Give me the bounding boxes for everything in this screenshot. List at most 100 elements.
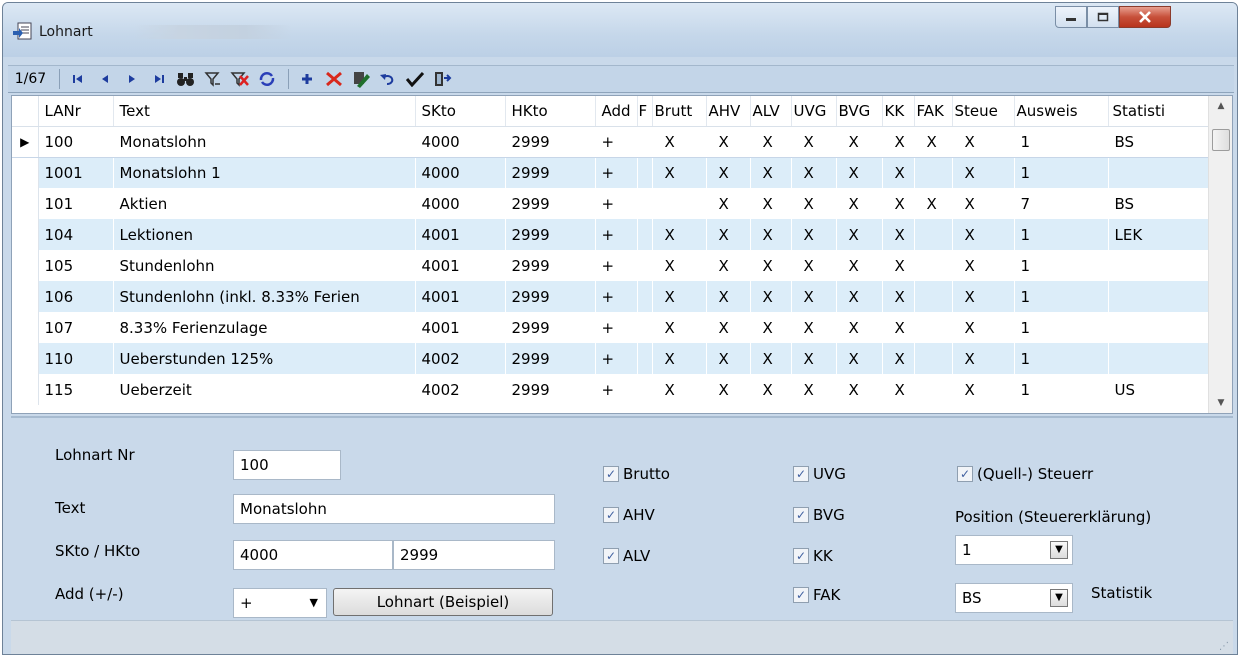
scroll-up-icon[interactable]: ▲ (1209, 96, 1233, 116)
column-header[interactable]: F (637, 96, 653, 127)
table-cell[interactable]: 101 (38, 188, 114, 219)
table-cell[interactable]: 2999 (505, 188, 596, 219)
table-row[interactable]: 101 Aktien 4000 2999 + X X X X X X X 7 BS (12, 188, 1210, 219)
table-cell[interactable]: X (706, 188, 751, 219)
current-row-indicator-icon[interactable]: ▶ (12, 125, 39, 158)
table-cell[interactable]: 2999 (505, 343, 596, 374)
table-cell[interactable]: X (952, 219, 1015, 250)
table-cell[interactable]: 4001 (415, 312, 506, 343)
table-cell[interactable] (652, 188, 707, 219)
next-record-button[interactable] (120, 68, 144, 90)
table-cell[interactable]: X (882, 250, 915, 281)
table-cell[interactable]: Ueberstunden 125% (113, 343, 416, 374)
table-cell[interactable]: X (750, 219, 792, 250)
column-header[interactable]: Add (595, 96, 638, 127)
table-cell[interactable]: X (652, 281, 707, 312)
table-cell[interactable]: X (652, 125, 707, 158)
table-cell[interactable] (914, 157, 953, 188)
first-record-button[interactable] (66, 68, 90, 90)
table-cell[interactable]: X (952, 312, 1015, 343)
column-header[interactable]: LANr (38, 96, 114, 127)
table-cell[interactable]: X (836, 219, 883, 250)
table-cell[interactable]: 1 (1014, 374, 1109, 405)
table-cell[interactable]: 110 (38, 343, 114, 374)
table-cell[interactable]: 4001 (415, 219, 506, 250)
table-cell[interactable]: X (791, 343, 837, 374)
grid-scrollbar[interactable]: ▲ ▼ (1208, 96, 1232, 413)
column-header[interactable]: Ausweis (1014, 96, 1109, 127)
table-cell[interactable]: 104 (38, 219, 114, 250)
table-cell[interactable]: 100 (38, 125, 114, 158)
delete-record-button[interactable] (322, 68, 346, 90)
column-header[interactable]: BVG (836, 96, 883, 127)
column-header[interactable]: KK (882, 96, 915, 127)
table-cell[interactable]: X (952, 250, 1015, 281)
table-cell[interactable]: + (595, 188, 638, 219)
table-cell[interactable]: X (914, 125, 953, 158)
table-cell[interactable]: Aktien (113, 188, 416, 219)
table-cell[interactable]: 1 (1014, 312, 1109, 343)
maximize-button[interactable] (1087, 6, 1119, 28)
table-cell[interactable]: X (791, 125, 837, 158)
table-cell[interactable]: X (952, 125, 1015, 158)
lohnart-nr-field[interactable]: 100 (233, 450, 341, 480)
table-cell[interactable]: 2999 (505, 125, 596, 158)
table-cell[interactable]: X (750, 343, 792, 374)
statistik-select[interactable]: BS ▼ (955, 583, 1073, 613)
table-cell[interactable]: + (595, 374, 638, 405)
title-bar[interactable]: Lohnart (3, 3, 1237, 57)
table-row[interactable]: 1001 Monatslohn 1 4000 2999 + X X X X X X X 1 (12, 157, 1210, 188)
table-cell[interactable]: 2999 (505, 281, 596, 312)
last-record-button[interactable] (147, 68, 171, 90)
table-cell[interactable]: X (652, 157, 707, 188)
table-cell[interactable] (914, 312, 953, 343)
table-cell[interactable]: 4001 (415, 281, 506, 312)
table-cell[interactable]: + (595, 250, 638, 281)
table-row[interactable]: 115 Ueberzeit 4002 2999 + X X X X X X X 1 US (12, 374, 1210, 405)
table-cell[interactable]: 1 (1014, 281, 1109, 312)
table-cell[interactable]: X (882, 125, 915, 158)
minimize-button[interactable] (1055, 6, 1087, 28)
column-header[interactable]: Statisti (1108, 96, 1210, 127)
column-header[interactable]: AHV (706, 96, 751, 127)
column-header[interactable]: Brutt (652, 96, 707, 127)
table-cell[interactable] (637, 312, 653, 343)
table-cell[interactable] (1108, 250, 1210, 281)
table-cell[interactable]: 2999 (505, 374, 596, 405)
table-cell[interactable]: X (882, 312, 915, 343)
table-cell[interactable]: LEK (1108, 219, 1210, 250)
kk-checkbox[interactable]: ✓ KK (793, 547, 833, 565)
text-field[interactable]: Monatslohn (233, 494, 555, 524)
table-cell[interactable]: X (750, 281, 792, 312)
table-cell[interactable]: X (882, 188, 915, 219)
refresh-button[interactable] (255, 68, 279, 90)
table-cell[interactable]: X (706, 281, 751, 312)
table-cell[interactable]: + (595, 157, 638, 188)
table-cell[interactable]: 4000 (415, 188, 506, 219)
table-cell[interactable]: + (595, 125, 638, 158)
add-record-button[interactable] (295, 68, 319, 90)
table-cell[interactable]: 107 (38, 312, 114, 343)
table-cell[interactable]: 4000 (415, 125, 506, 158)
table-cell[interactable]: Lektionen (113, 219, 416, 250)
table-cell[interactable]: 2999 (505, 312, 596, 343)
brutto-checkbox[interactable]: ✓ Brutto (603, 465, 670, 483)
table-cell[interactable]: X (791, 157, 837, 188)
quellsteuer-checkbox[interactable]: ✓ (Quell-) Steuerr (957, 465, 1187, 483)
table-cell[interactable]: X (882, 374, 915, 405)
skto-field[interactable]: 4000 (233, 540, 393, 570)
table-cell[interactable]: X (706, 374, 751, 405)
table-cell[interactable]: 2999 (505, 157, 596, 188)
resize-grip-icon[interactable]: ⋰ (1219, 641, 1229, 652)
table-cell[interactable]: 7 (1014, 188, 1109, 219)
table-cell[interactable]: BS (1108, 125, 1210, 158)
add-select[interactable]: + ▼ (233, 588, 327, 618)
table-cell[interactable]: X (952, 343, 1015, 374)
table-cell[interactable]: X (914, 188, 953, 219)
table-cell[interactable]: 1 (1014, 219, 1109, 250)
search-button[interactable] (174, 68, 198, 90)
table-cell[interactable] (914, 374, 953, 405)
table-cell[interactable]: X (882, 219, 915, 250)
table-cell[interactable]: X (706, 157, 751, 188)
prev-record-button[interactable] (93, 68, 117, 90)
